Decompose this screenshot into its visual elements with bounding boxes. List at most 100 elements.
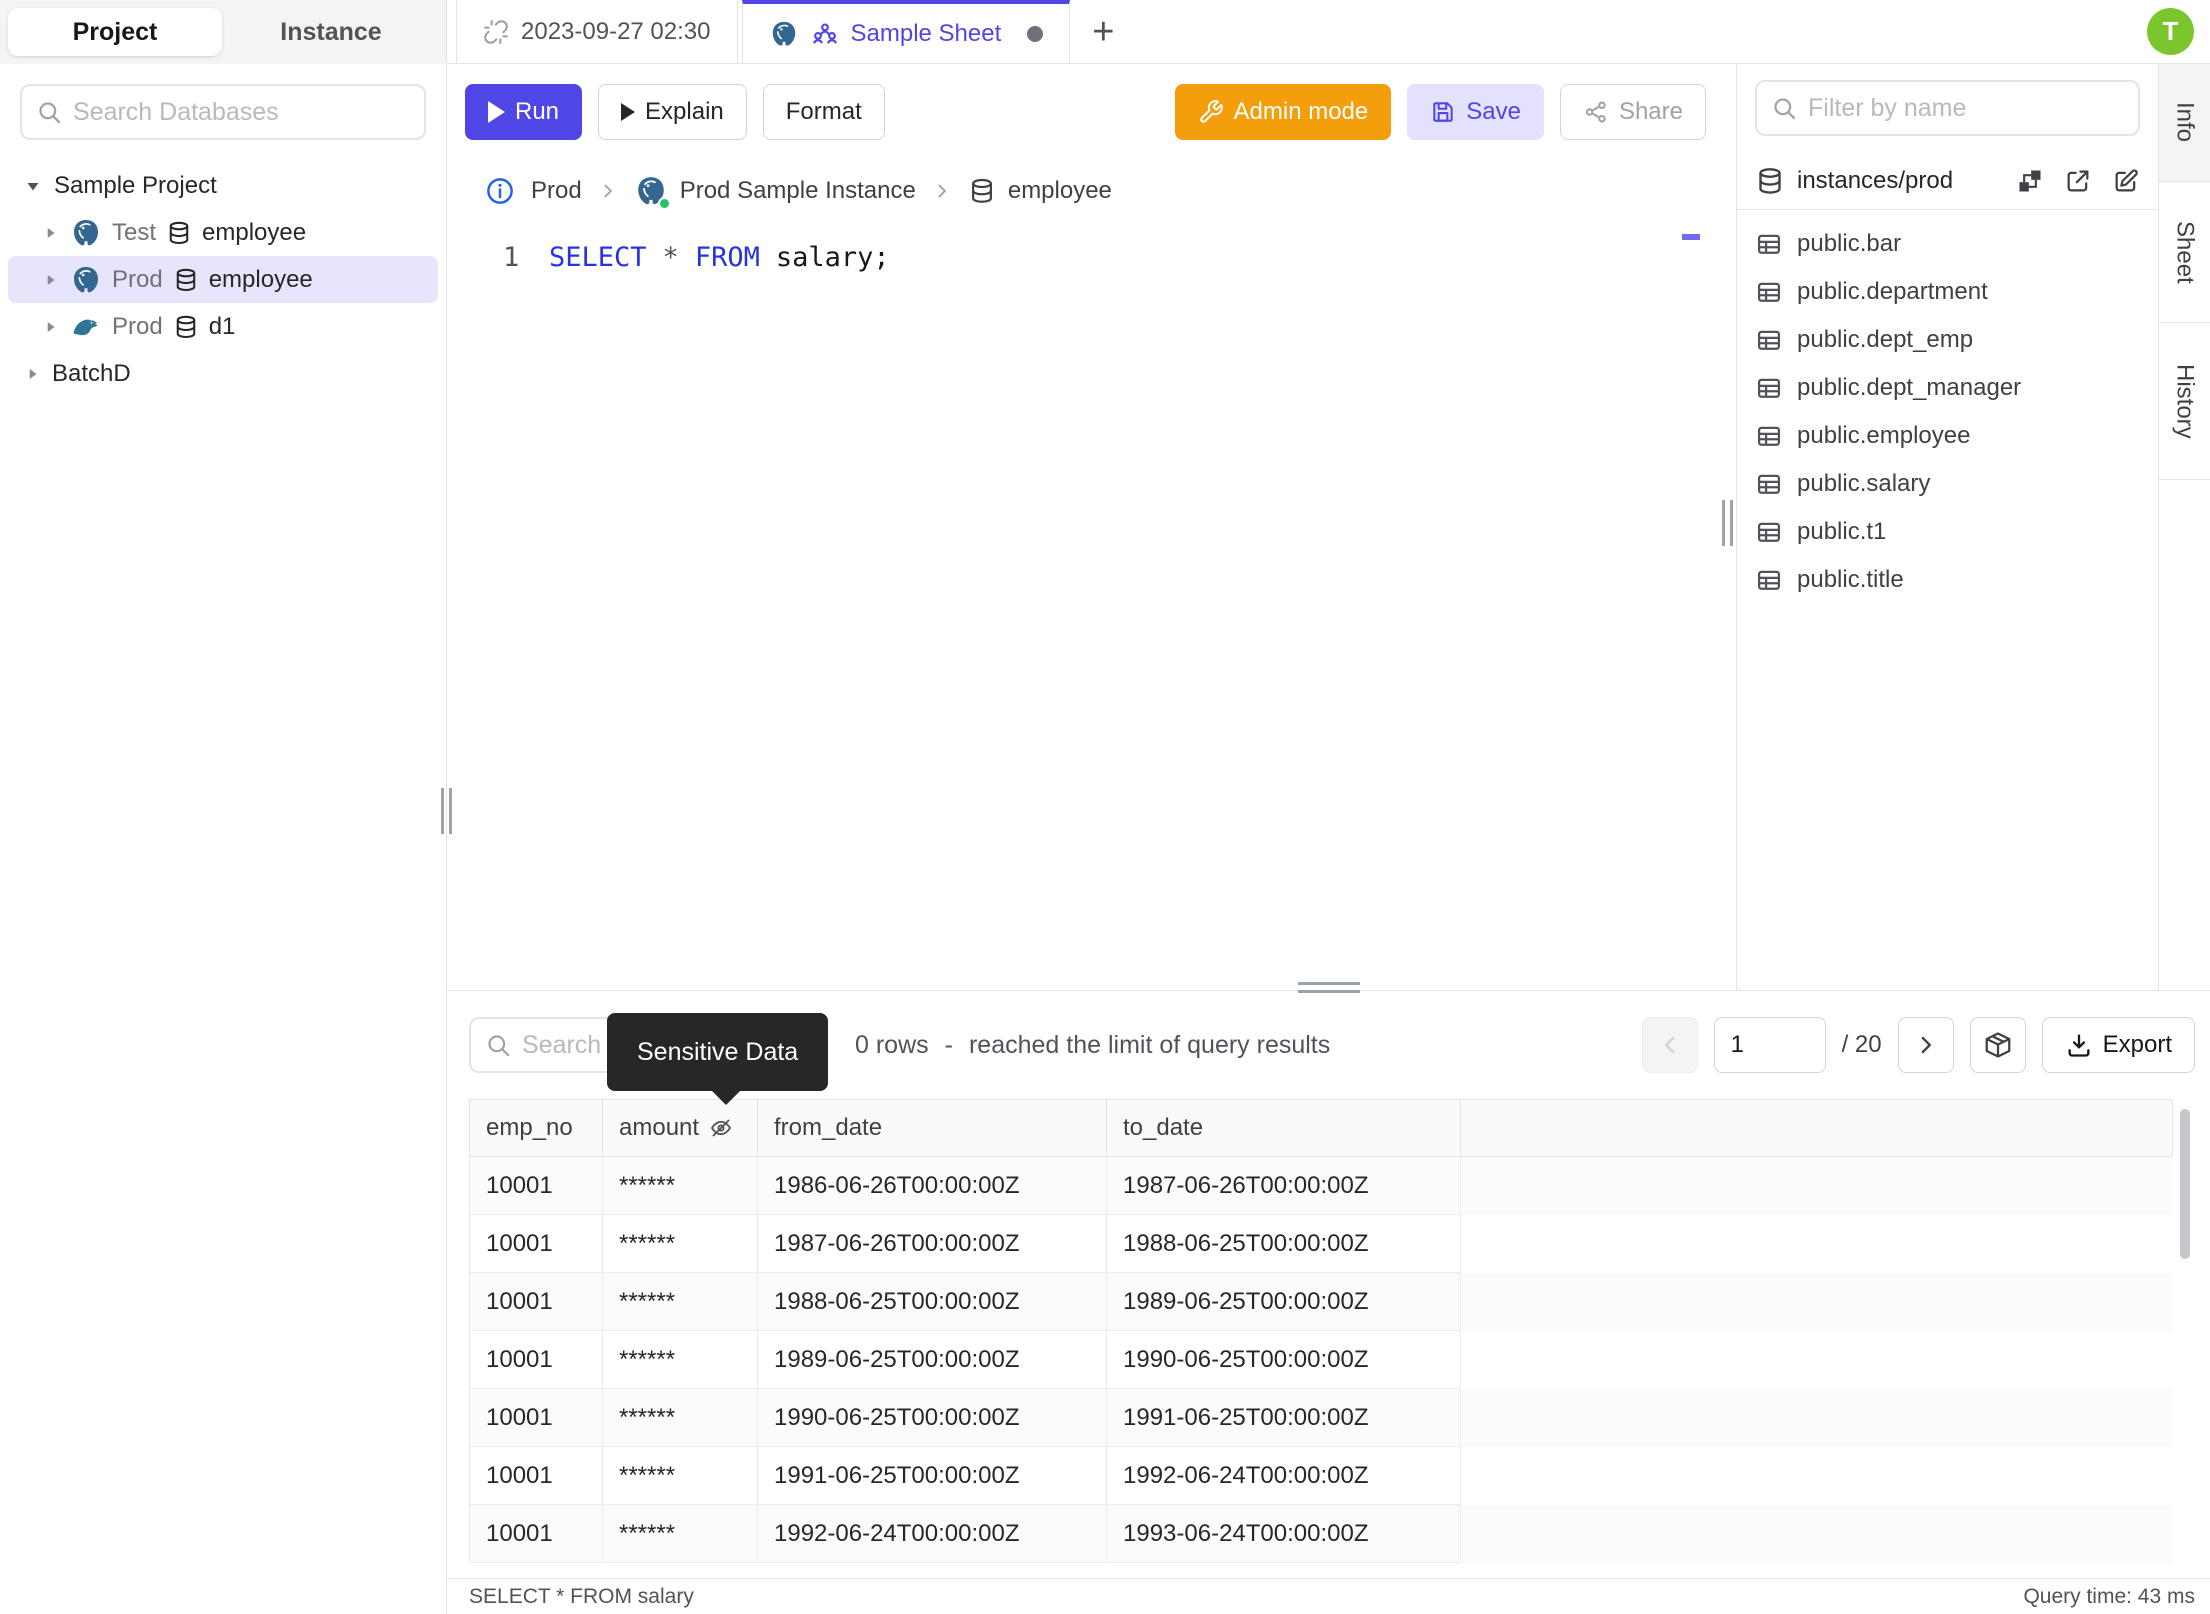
pagination: / 20 Export	[1641, 1017, 2195, 1073]
play-icon	[488, 101, 505, 123]
sql-code-editor[interactable]: 1 SELECT * FROM salary;	[447, 222, 1736, 990]
export-button[interactable]: Export	[2041, 1017, 2195, 1073]
database-search-input[interactable]	[73, 97, 410, 127]
results-table: emp_no amount from_date to_date 10001 ***…	[469, 1099, 2173, 1563]
schema-sidebar-resize-handle[interactable]	[1722, 500, 1733, 546]
database-icon	[169, 221, 189, 244]
cube-icon	[1985, 1032, 2010, 1058]
run-button[interactable]: Run	[465, 84, 583, 140]
instance-status-dot	[657, 197, 671, 210]
tab-info[interactable]: Info	[2159, 64, 2210, 182]
table-row: 10001 ****** 1986-06-26T00:00:00Z 1987-06-2…	[469, 1157, 2172, 1215]
eye-off-icon[interactable]	[709, 1116, 733, 1140]
table-icon	[1757, 474, 1781, 494]
user-avatar[interactable]: T	[2147, 8, 2194, 55]
table-list-item[interactable]: public.bar	[1737, 220, 2158, 268]
visualize-button[interactable]	[1969, 1017, 2026, 1073]
play-icon	[621, 103, 636, 121]
executed-statement: SELECT * FROM salary	[469, 1584, 694, 1608]
next-page-button[interactable]	[1897, 1017, 1954, 1073]
table-icon	[1757, 570, 1781, 590]
table-filter-box	[1755, 80, 2140, 136]
tab-instance[interactable]: Instance	[224, 8, 438, 56]
caret-right-icon[interactable]	[40, 270, 60, 290]
save-icon	[1433, 102, 1453, 122]
breadcrumb-database[interactable]: employee	[968, 177, 1112, 205]
sheet-tab-history[interactable]: 2023-09-27 02:30	[456, 0, 738, 63]
table-list-item[interactable]: public.t1	[1737, 508, 2158, 556]
status-dash: -	[944, 1030, 953, 1059]
prev-page-button[interactable]	[1641, 1017, 1698, 1073]
sheet-tab-label: Sample Sheet	[850, 19, 1002, 47]
table-list-item[interactable]: public.dept_emp	[1737, 316, 2158, 364]
page-number-input[interactable]	[1713, 1017, 1826, 1073]
table-list-item[interactable]: public.employee	[1737, 412, 2158, 460]
mysql-icon	[72, 318, 99, 336]
column-header-to-date[interactable]: to_date	[1107, 1100, 1461, 1156]
results-status: 0 rows - reached the limit of query resu…	[855, 1031, 1330, 1060]
results-scrollbar-thumb[interactable]	[2180, 1109, 2190, 1259]
download-icon	[2068, 1034, 2090, 1057]
external-link-icon[interactable]	[2064, 167, 2092, 195]
explain-button[interactable]: Explain	[598, 84, 747, 140]
tab-history[interactable]: History	[2159, 323, 2210, 480]
unlink-icon	[484, 19, 508, 44]
tab-sheet[interactable]: Sheet	[2159, 182, 2210, 323]
tree-item-batchd[interactable]: BatchD	[0, 350, 446, 397]
table-list-item[interactable]: public.salary	[1737, 460, 2158, 508]
schema-diagram-icon[interactable]	[2016, 167, 2044, 195]
side-tab-strip: Info Sheet History	[2158, 64, 2210, 990]
results-resize-handle[interactable]	[1297, 982, 1360, 993]
postgresql-icon-wrap	[634, 174, 671, 210]
tab-project[interactable]: Project	[8, 8, 222, 56]
tree-item-prod-d1[interactable]: Prod d1	[0, 303, 446, 350]
schema-sidebar: instances/prod public.bar public.departm…	[1722, 64, 2158, 990]
breadcrumb-instance[interactable]: Prod Sample Instance	[634, 174, 916, 210]
table-list-item[interactable]: public.department	[1737, 268, 2158, 316]
database-icon	[1759, 167, 1781, 194]
database-name: employee	[202, 218, 307, 246]
table-icon	[1757, 330, 1781, 350]
table-list-item[interactable]: public.dept_manager	[1737, 364, 2158, 412]
table-list-item[interactable]: public.title	[1737, 556, 2158, 604]
tree-item-prod-employee[interactable]: Prod employee	[8, 256, 438, 303]
table-icon	[1757, 378, 1781, 398]
sidebar-resize-handle[interactable]	[441, 788, 452, 834]
sheet-tab-label: 2023-09-27 02:30	[521, 17, 711, 45]
environment-label: Prod	[112, 265, 163, 293]
share-button[interactable]: Share	[1559, 84, 1706, 140]
tree-item-test-employee[interactable]: Test employee	[0, 209, 446, 256]
column-header-from-date[interactable]: from_date	[758, 1100, 1107, 1156]
column-header-emp-no[interactable]: emp_no	[470, 1100, 603, 1156]
table-filter-input[interactable]	[1808, 93, 2124, 123]
breadcrumb-environment[interactable]: Prod	[531, 177, 582, 205]
page-total-label: / 20	[1841, 1031, 1882, 1058]
edit-icon[interactable]	[2112, 167, 2140, 195]
postgresql-icon	[73, 265, 99, 293]
sheet-tabbar: 2023-09-27 02:30 Sample Sheet + T	[447, 0, 2210, 64]
caret-right-icon[interactable]	[40, 223, 60, 243]
column-header-amount[interactable]: amount	[603, 1100, 758, 1156]
new-sheet-button[interactable]: +	[1070, 0, 1136, 63]
caret-down-icon[interactable]	[22, 175, 44, 197]
caret-right-icon[interactable]	[22, 364, 42, 384]
table-list: public.bar public.department public.dept…	[1737, 210, 2158, 614]
database-name: d1	[208, 312, 236, 340]
column-header-filler	[1461, 1100, 2173, 1156]
database-icon	[176, 268, 195, 291]
caret-right-icon[interactable]	[40, 317, 60, 337]
table-row: 10001 ****** 1992-06-24T00:00:00Z 1993-06-2…	[469, 1505, 2172, 1563]
results-table-header: emp_no amount from_date to_date	[469, 1099, 2173, 1157]
format-button[interactable]: Format	[762, 84, 885, 140]
search-icon	[1774, 97, 1796, 119]
line-number: 1	[503, 242, 520, 273]
tree-item-sample-project[interactable]: Sample Project	[0, 162, 446, 209]
save-button[interactable]: Save	[1407, 84, 1544, 140]
admin-mode-button[interactable]: Admin mode	[1174, 84, 1392, 140]
query-toolbar: Run Explain Format Admin mode Save Share	[447, 64, 1736, 160]
sheet-tab-sample-sheet[interactable]: Sample Sheet	[741, 0, 1071, 63]
limit-notice: reached the limit of query results	[968, 1030, 1331, 1059]
tree-label: Sample Project	[54, 171, 217, 199]
main-area: 2023-09-27 02:30 Sample Sheet + T Run Ex…	[447, 0, 2210, 1614]
info-icon[interactable]	[485, 176, 515, 206]
